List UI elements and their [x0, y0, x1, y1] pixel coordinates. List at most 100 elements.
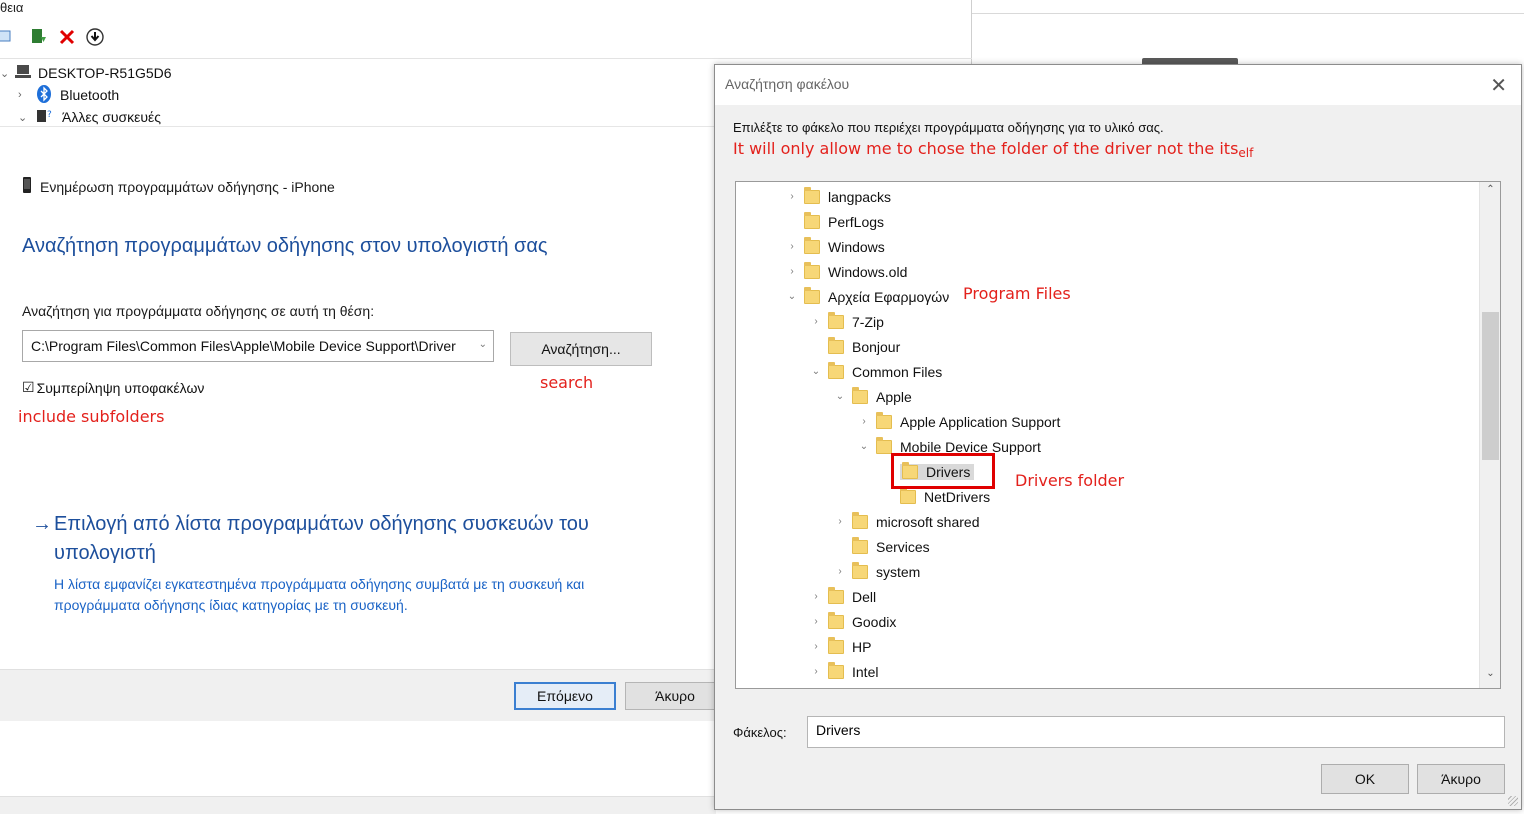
folder-tree-item[interactable]: › system — [828, 559, 920, 584]
arrow-right-icon: → — [32, 513, 52, 535]
folder-tree-item[interactable]: ⌄ Apple — [828, 384, 912, 409]
chevron-down-icon[interactable]: ⌄ — [0, 67, 14, 80]
chevron-down-icon[interactable]: ⌄ — [828, 391, 852, 402]
svg-text:?: ? — [47, 110, 52, 120]
chevron-right-icon[interactable]: › — [828, 516, 852, 527]
highlight-box — [891, 453, 995, 489]
folder-tree-label: 7-Zip — [852, 313, 884, 330]
folder-tree-item[interactable]: › Windows.old — [780, 259, 907, 284]
folder-icon — [852, 511, 868, 529]
folder-tree-item[interactable]: › Dell — [804, 584, 876, 609]
include-subfolders-checkbox[interactable]: ☑ Συμπερίληψη υποφακέλων — [22, 379, 204, 396]
folder-tree-item[interactable]: › Apple Application Support — [852, 409, 1060, 434]
chevron-right-icon[interactable]: › — [18, 89, 32, 101]
status-strip — [0, 796, 716, 814]
dialog-titlebar: Αναζήτηση φακέλου ✕ — [715, 65, 1521, 105]
folder-icon — [828, 636, 844, 654]
folder-tree-label: PerfLogs — [828, 213, 885, 230]
update-driver-icon[interactable] — [28, 26, 50, 48]
folder-tree-label: Apple Application Support — [900, 413, 1061, 430]
folder-label: Φάκελος: — [733, 725, 787, 740]
folder-icon — [852, 536, 868, 554]
chevron-right-icon[interactable]: › — [804, 641, 828, 652]
pick-from-list-description: Η λίστα εμφανίζει εγκατεστημένα προγράμμ… — [54, 576, 585, 613]
tree-scrollbar[interactable]: ⌃ ⌄ — [1479, 182, 1500, 688]
folder-icon — [804, 261, 820, 279]
folder-icon — [852, 386, 868, 404]
folder-tree-item[interactable]: › Goodix — [804, 609, 896, 634]
chevron-down-icon[interactable]: ⌄ — [852, 441, 876, 452]
folder-tree-item[interactable]: › HP — [804, 634, 871, 659]
annotation-drivers-folder: Drivers folder — [1015, 471, 1125, 490]
cancel-button[interactable]: Άκυρο — [625, 682, 725, 710]
folder-icon — [828, 361, 844, 379]
folder-tree-item[interactable]: › 7-Zip — [804, 309, 884, 334]
ok-button[interactable]: OK — [1321, 764, 1409, 794]
checkbox-checked-icon[interactable]: ☑ — [22, 379, 35, 396]
bluetooth-icon — [36, 84, 52, 106]
resize-grip[interactable] — [1508, 796, 1518, 806]
chevron-right-icon[interactable]: › — [804, 666, 828, 677]
monitor-icon[interactable] — [0, 26, 14, 48]
dialog-cancel-button[interactable]: Άκυρο — [1417, 764, 1505, 794]
scroll-down-icon[interactable]: ⌄ — [1480, 668, 1500, 686]
chevron-right-icon[interactable]: › — [852, 416, 876, 427]
wizard-header-text: Ενημέρωση προγραμμάτων οδήγησης - iPhone — [40, 178, 335, 195]
pick-from-list-title[interactable]: Επιλογή από λίστα προγραμμάτων οδήγησης … — [54, 510, 632, 568]
pick-from-list-link[interactable]: → Επιλογή από λίστα προγραμμάτων οδήγηση… — [32, 510, 632, 616]
folder-tree-label: NetDrivers — [924, 488, 991, 505]
folder-tree-label: microsoft shared — [876, 513, 980, 530]
folder-tree-label: Windows.old — [828, 263, 908, 280]
browse-button[interactable]: Αναζήτηση... — [510, 332, 652, 366]
search-location-label: Αναζήτηση για προγράμματα οδήγησης σε αυ… — [22, 303, 375, 319]
next-button[interactable]: Επόμενο — [514, 682, 616, 710]
dialog-instruction: Επιλέξτε το φάκελο που περιέχει προγράμμ… — [733, 120, 1164, 135]
folder-tree-item[interactable]: ⌄ Αρχεία Εφαρμογών — [780, 284, 949, 309]
close-icon[interactable]: ✕ — [1490, 73, 1507, 98]
folder-tree-label: Dell — [852, 588, 877, 605]
tree-item-other-devices[interactable]: ⌄ ? Άλλες συσκευές — [18, 106, 161, 128]
chevron-right-icon[interactable]: › — [780, 266, 804, 277]
annotation-program-files: Program Files — [963, 284, 1071, 303]
menu-help[interactable]: θεια — [0, 0, 23, 15]
toolbar — [0, 22, 972, 52]
folder-tree[interactable]: ⌃ ⌄ › langpacks PerfLogs › Windows › Windows.o… — [735, 181, 1501, 689]
folder-tree-label: system — [876, 563, 921, 580]
folder-tree-item[interactable]: › microsoft shared — [828, 509, 979, 534]
chevron-right-icon[interactable]: › — [804, 616, 828, 627]
folder-tree-item[interactable]: PerfLogs — [780, 209, 884, 234]
computer-icon — [14, 64, 32, 83]
chevron-down-icon[interactable]: ⌄ — [479, 339, 487, 350]
folder-icon — [828, 311, 844, 329]
scroll-up-icon[interactable]: ⌃ — [1480, 184, 1500, 202]
chevron-right-icon[interactable]: › — [804, 316, 828, 327]
chevron-down-icon[interactable]: ⌄ — [804, 366, 828, 377]
folder-tree-item[interactable]: › Intel — [804, 659, 878, 684]
folder-tree-item[interactable]: › Windows — [780, 234, 885, 259]
chevron-right-icon[interactable]: › — [804, 591, 828, 602]
folder-icon — [828, 611, 844, 629]
folder-tree-item[interactable]: › langpacks — [780, 184, 891, 209]
folder-input[interactable]: Drivers — [807, 716, 1505, 748]
tree-item-bluetooth[interactable]: › Bluetooth — [18, 84, 119, 106]
scroll-thumb[interactable] — [1482, 312, 1499, 460]
chevron-right-icon[interactable]: › — [780, 191, 804, 202]
chevron-down-icon[interactable]: ⌄ — [18, 111, 32, 124]
tree-root[interactable]: ⌄ DESKTOP-R51G5D6 — [0, 62, 172, 84]
folder-icon — [804, 211, 820, 229]
download-circle-icon[interactable] — [84, 26, 106, 48]
folder-tree-item[interactable]: ⌄ Common Files — [804, 359, 942, 384]
driver-path-input[interactable]: C:\Program Files\Common Files\Apple\Mobi… — [22, 330, 494, 362]
chevron-right-icon[interactable]: › — [828, 566, 852, 577]
folder-icon — [828, 586, 844, 604]
folder-tree-item[interactable]: Bonjour — [804, 334, 900, 359]
folder-tree-item[interactable]: Services — [828, 534, 930, 559]
uninstall-icon[interactable] — [56, 26, 78, 48]
folder-icon — [828, 336, 844, 354]
chevron-right-icon[interactable]: › — [780, 241, 804, 252]
folder-icon — [804, 236, 820, 254]
folder-icon — [852, 561, 868, 579]
chevron-down-icon[interactable]: ⌄ — [780, 291, 804, 302]
folder-tree-label: Αρχεία Εφαρμογών — [828, 288, 950, 305]
tree-root-label: DESKTOP-R51G5D6 — [38, 65, 172, 81]
